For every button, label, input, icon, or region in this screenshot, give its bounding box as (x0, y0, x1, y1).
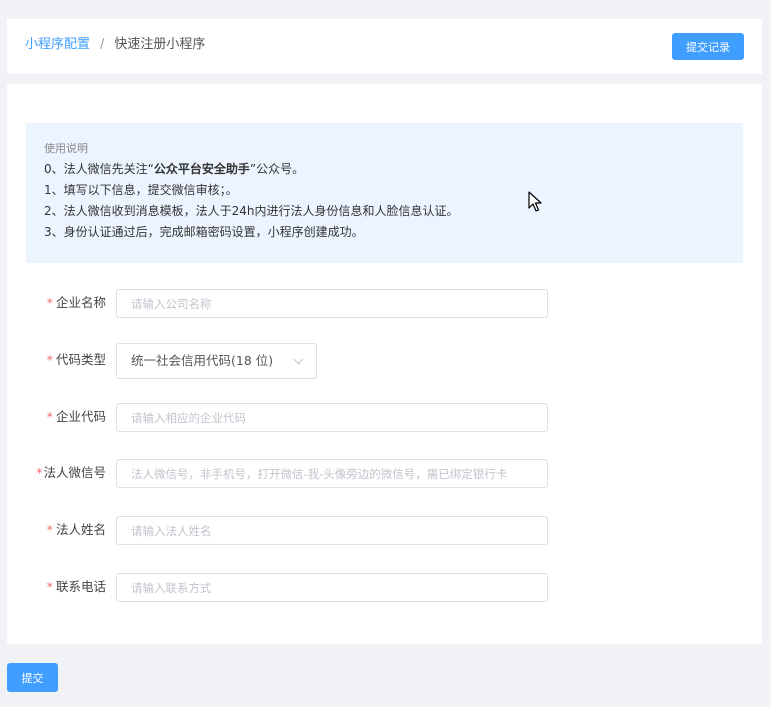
instruction-line-0: 0、法人微信先关注“公众平台安全助手”公众号。 (44, 159, 725, 180)
form-row-company-code: * 企业代码 (7, 403, 762, 433)
company-name-label: * 企业名称 (7, 289, 106, 317)
legal-name-input[interactable] (116, 516, 548, 545)
required-mark: * (46, 579, 53, 594)
breadcrumb-current: 快速注册小程序 (114, 37, 206, 52)
required-mark: * (46, 409, 53, 424)
code-type-label-text: 代码类型 (55, 352, 106, 367)
code-type-label: * 代码类型 (7, 346, 106, 374)
company-code-label-text: 企业代码 (55, 409, 106, 424)
instructions-title: 使用说明 (44, 142, 88, 155)
submit-records-button[interactable]: 提交记录 (672, 33, 744, 60)
form-row-legal-wechat: *法人微信号 (7, 459, 762, 489)
instruction-line-0-prefix: 0、法人微信先关注“ (44, 162, 154, 176)
instruction-line-0-suffix: ”公众号。 (249, 162, 305, 176)
instruction-line-3: 3、身份认证通过后，完成邮箱密码设置，小程序创建成功。 (44, 225, 364, 239)
required-mark: * (46, 352, 53, 367)
form-row-code-type: * 代码类型 统一社会信用代码(18 位) (7, 343, 762, 379)
submit-button[interactable]: 提交 (7, 663, 58, 692)
main-card: 使用说明 0、法人微信先关注“公众平台安全助手”公众号。 1、填写以下信息，提交… (7, 84, 762, 644)
breadcrumb-parent-link[interactable]: 小程序配置 (25, 36, 90, 54)
form-row-legal-name: * 法人姓名 (7, 516, 762, 546)
code-type-value: 统一社会信用代码(18 位) (131, 353, 274, 368)
phone-label: * 联系电话 (7, 573, 106, 601)
chevron-down-icon (293, 354, 304, 364)
phone-label-text: 联系电话 (55, 579, 106, 594)
required-mark: * (46, 522, 53, 537)
form-row-company-name: * 企业名称 (7, 289, 762, 319)
company-code-label: * 企业代码 (7, 403, 106, 431)
instruction-line-1: 1、填写以下信息，提交微信审核；。 (44, 183, 238, 197)
required-mark: * (46, 295, 53, 310)
code-type-select[interactable]: 统一社会信用代码(18 位) (116, 343, 317, 379)
instruction-line-0-bold: 公众平台安全助手 (153, 162, 250, 176)
legal-wechat-input[interactable] (116, 459, 548, 488)
instruction-line-2: 2、法人微信收到消息模板，法人于24h内进行法人身份信息和人脸信息认证。 (44, 204, 459, 218)
legal-name-label-text: 法人姓名 (55, 522, 106, 537)
company-name-input[interactable] (116, 289, 548, 318)
legal-wechat-label: *法人微信号 (7, 459, 106, 487)
mouse-cursor-icon (528, 191, 542, 212)
phone-input[interactable] (116, 573, 548, 602)
form-row-phone: * 联系电话 (7, 573, 762, 603)
company-code-input[interactable] (116, 403, 548, 432)
header-card: 小程序配置 / 快速注册小程序 提交记录 (7, 19, 762, 74)
required-mark: * (36, 465, 43, 480)
legal-wechat-label-text: 法人微信号 (43, 465, 106, 480)
legal-name-label: * 法人姓名 (7, 516, 106, 544)
breadcrumb: 小程序配置 / 快速注册小程序 (25, 36, 205, 54)
instructions-panel: 使用说明 0、法人微信先关注“公众平台安全助手”公众号。 1、填写以下信息，提交… (26, 123, 743, 263)
company-name-label-text: 企业名称 (55, 295, 106, 310)
breadcrumb-separator: / (100, 37, 105, 52)
